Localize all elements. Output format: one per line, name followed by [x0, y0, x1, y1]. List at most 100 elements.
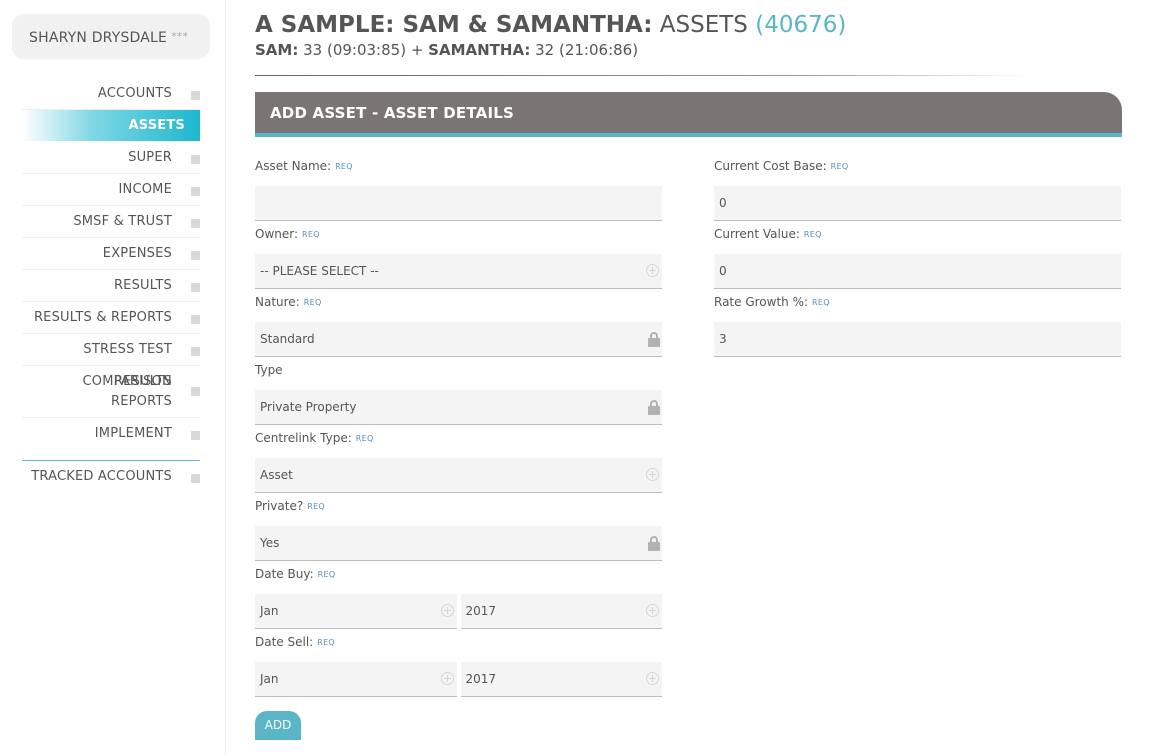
lock-icon: [648, 332, 660, 347]
owner-select-value: -- PLEASE SELECT --: [260, 264, 379, 278]
private-field: Private? REQ Yes: [255, 498, 662, 561]
title-count: (40676): [755, 12, 847, 38]
type-select-value: Private Property: [260, 400, 357, 414]
date-buy-field: Date Buy: REQ Jan 2017: [255, 566, 662, 629]
type-select: Private Property: [255, 390, 662, 425]
square-bullet-icon: [191, 187, 200, 196]
square-bullet-icon: [191, 431, 200, 440]
field-label: Date Buy:: [255, 567, 314, 581]
expand-plus-icon: [440, 604, 454, 617]
sidebar-item-results[interactable]: RESULTS: [22, 270, 200, 302]
sidebar-item-label: RESULTS: [113, 278, 172, 293]
lock-icon: [648, 536, 660, 551]
required-tag: REQ: [812, 298, 830, 307]
user-badge[interactable]: SHARYN DRYSDALE ***: [12, 14, 210, 59]
expand-plus-icon: [646, 264, 659, 277]
nature-field: Nature: REQ Standard: [255, 294, 662, 357]
month-value: Jan: [260, 604, 279, 618]
required-tag: REQ: [317, 638, 336, 647]
field-label: Type: [255, 363, 283, 377]
rate-growth-input[interactable]: 3: [714, 322, 1121, 357]
client2-age: 32 (21:06:86): [535, 41, 639, 59]
title-section: ASSETS: [659, 12, 748, 38]
centrelink-select-value: Asset: [260, 468, 293, 482]
current-value-field: Current Value: REQ 0: [714, 226, 1121, 289]
field-label: Date Sell:: [255, 635, 314, 649]
required-tag: REQ: [830, 162, 849, 171]
square-bullet-icon: [191, 474, 200, 483]
field-label: Owner:: [255, 227, 299, 241]
field-label: Rate Growth %:: [714, 295, 809, 309]
user-name: SHARYN DRYSDALE: [29, 30, 168, 46]
sidebar-item-results-reports[interactable]: RESULTS & REPORTS: [22, 302, 200, 334]
user-stars: ***: [171, 30, 189, 43]
sidebar-item-stress-test-results[interactable]: STRESS TEST RESULTS: [22, 334, 200, 389]
year-value: 2017: [465, 604, 497, 618]
nature-select: Standard: [255, 322, 662, 357]
panel-header: ADD ASSET - ASSET DETAILS: [255, 92, 1122, 137]
square-bullet-icon: [191, 155, 200, 164]
add-button[interactable]: ADD: [255, 711, 301, 740]
sidebar-item-expenses[interactable]: EXPENSES: [22, 238, 200, 270]
required-tag: REQ: [355, 434, 374, 443]
date-sell-month-select[interactable]: Jan: [255, 662, 457, 697]
centrelink-type-field: Centrelink Type: REQ Asset: [255, 430, 662, 493]
required-tag: REQ: [307, 502, 326, 511]
expand-plus-icon: [646, 468, 659, 481]
owner-select[interactable]: -- PLEASE SELECT --: [255, 254, 662, 289]
expand-plus-icon: [646, 604, 659, 617]
date-sell-year-select[interactable]: 2017: [460, 662, 662, 697]
square-bullet-icon: [191, 387, 200, 396]
sidebar-item-label: INCOME: [118, 182, 172, 197]
sidebar-item-assets[interactable]: ASSETS: [22, 110, 200, 142]
month-value: Jan: [260, 672, 279, 686]
client1-name: SAM:: [255, 41, 299, 59]
asset-name-field: Asset Name: REQ: [255, 158, 662, 221]
required-tag: REQ: [803, 230, 822, 239]
date-buy-month-select[interactable]: Jan: [255, 594, 457, 629]
sidebar-item-implement[interactable]: IMPLEMENT: [22, 418, 200, 450]
current-value-input[interactable]: 0: [714, 254, 1121, 289]
sidebar: SHARYN DRYSDALE *** ACCOUNTS ASSETS SUPER…: [0, 0, 226, 755]
square-bullet-icon: [191, 283, 200, 292]
title-divider: [255, 75, 1030, 76]
lock-icon: [648, 400, 660, 415]
sidebar-item-label: ASSETS: [128, 118, 185, 133]
sidebar-item-super[interactable]: SUPER: [22, 142, 200, 174]
date-sell-field: Date Sell: REQ Jan 2017: [255, 634, 662, 697]
field-label: Private?: [255, 499, 304, 513]
sidebar-item-label: IMPLEMENT: [94, 426, 172, 441]
date-buy-year-select[interactable]: 2017: [460, 594, 662, 629]
sidebar-item-income[interactable]: INCOME: [22, 174, 200, 206]
expand-plus-icon: [646, 672, 659, 685]
sidebar-item-comparison-reports[interactable]: COMPARISON REPORTS: [22, 366, 200, 418]
field-label: Nature:: [255, 295, 300, 309]
title-client: A SAMPLE: SAM & SAMANTHA:: [255, 12, 653, 38]
sidebar-item-label: RESULTS & REPORTS: [33, 310, 172, 325]
field-label: Asset Name:: [255, 159, 332, 173]
sidebar-item-label: TRACKED ACCOUNTS: [31, 469, 172, 484]
required-tag: REQ: [335, 162, 353, 171]
sidebar-item-smsf-trust[interactable]: SMSF & TRUST: [22, 206, 200, 238]
sidebar-item-label: EXPENSES: [102, 246, 172, 261]
sidebar-item-label: SMSF & TRUST: [73, 214, 172, 229]
centrelink-type-select[interactable]: Asset: [255, 458, 662, 493]
private-select: Yes: [255, 526, 662, 561]
rate-growth-field: Rate Growth %: REQ 3: [714, 294, 1121, 357]
square-bullet-icon: [191, 347, 200, 356]
nature-select-value: Standard: [260, 332, 315, 346]
client1-age: 33 (09:03:85) +: [303, 41, 424, 59]
sidebar-item-label: ACCOUNTS: [97, 86, 172, 101]
field-label: Centrelink Type:: [255, 431, 352, 445]
year-value: 2017: [465, 672, 497, 686]
cost-base-input[interactable]: 0: [714, 186, 1121, 221]
sidebar-item-accounts[interactable]: ACCOUNTS: [22, 78, 200, 110]
asset-name-input[interactable]: [255, 186, 662, 221]
type-field: Type Private Property: [255, 362, 662, 425]
sidebar-divider: [22, 450, 200, 461]
page-title: A SAMPLE: SAM & SAMANTHA: ASSETS (40676): [255, 12, 846, 38]
sidebar-item-tracked-accounts[interactable]: TRACKED ACCOUNTS: [22, 461, 200, 493]
square-bullet-icon: [191, 251, 200, 260]
sidebar-item-label: SUPER: [128, 150, 172, 165]
sidebar-nav: ACCOUNTS ASSETS SUPER INCOME SMSF & TRUS…: [22, 78, 200, 493]
